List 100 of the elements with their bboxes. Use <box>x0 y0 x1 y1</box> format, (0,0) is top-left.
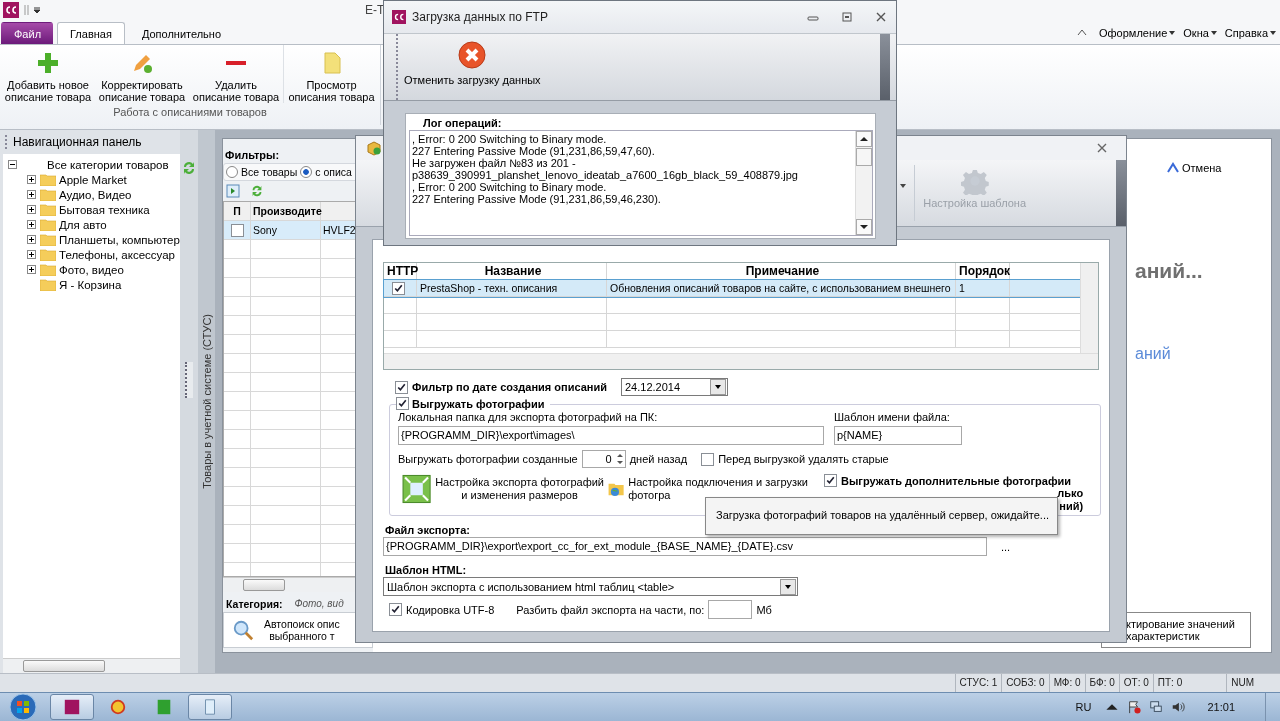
checkbox-label: Перед выгрузкой удалять старые <box>718 453 889 465</box>
filters-label: Фильтры: <box>225 149 281 161</box>
dropdown-caret-icon[interactable] <box>900 184 907 188</box>
tree-item[interactable]: Apple Market <box>59 173 127 186</box>
app-icon <box>155 698 173 716</box>
expand-icon[interactable] <box>27 220 36 229</box>
days-spinner[interactable]: 0 <box>581 450 626 468</box>
link[interactable]: аний <box>1135 345 1271 363</box>
field-label: Локальная папка для экспорта фотографий на ПК: <box>398 411 659 423</box>
expand-icon[interactable] <box>27 265 36 274</box>
tree-item[interactable]: Телефоны, аксессуар <box>59 248 175 261</box>
expand-icon[interactable] <box>27 235 36 244</box>
tree-item[interactable]: Все категории товаров <box>47 158 169 171</box>
export-file-field[interactable]: {PROGRAMM_DIR}\export\export_cc_for_ext_module_{BASE_NAME}_{DATE}.csv <box>383 537 987 556</box>
folder-icon <box>40 173 56 186</box>
folder-field[interactable]: {PROGRAMM_DIR}\export\images\ <box>398 426 824 445</box>
folder-icon <box>40 248 56 261</box>
expand-icon[interactable] <box>27 250 36 259</box>
template-dropdown[interactable]: Шаблон экспорта с использованием html таблиц <table> <box>383 577 798 596</box>
radio-option[interactable]: Все товары <box>226 166 298 178</box>
tree-item[interactable]: Аудио, Видео <box>59 188 132 201</box>
checkbox[interactable] <box>395 380 408 394</box>
checkbox-label: ний) <box>1059 500 1084 513</box>
window-title: Загрузка данных по FTP <box>412 10 548 24</box>
panel-title: Навигационная панель <box>13 135 142 149</box>
horizontal-scrollbar[interactable] <box>3 658 180 673</box>
filename-template-field[interactable]: p{NAME} <box>834 426 962 445</box>
folder-icon <box>40 218 56 231</box>
quick-access-icon[interactable] <box>23 3 43 17</box>
field-label: Разбить файл экспорта на части, по: <box>516 603 705 616</box>
collapse-ribbon-icon[interactable] <box>1077 28 1087 36</box>
part-size-field[interactable] <box>708 600 753 619</box>
caret-icon <box>1210 31 1217 35</box>
checkbox[interactable] <box>230 223 244 237</box>
taskbar-app[interactable] <box>50 694 94 720</box>
folder-icon <box>40 233 56 246</box>
date-picker[interactable]: 24.12.2014 <box>621 378 728 396</box>
tree-item[interactable]: Планшеты, компьютер <box>59 233 180 246</box>
checkbox[interactable] <box>392 281 405 295</box>
vertical-scrollbar[interactable] <box>1080 263 1098 353</box>
maximize-icon[interactable] <box>840 12 854 22</box>
radio-option[interactable]: с описа <box>300 166 352 178</box>
close-icon[interactable] <box>874 12 888 22</box>
expand-icon[interactable] <box>27 175 36 184</box>
taskbar-app[interactable] <box>188 694 232 720</box>
package-icon <box>366 140 382 156</box>
checkbox-label: лько <box>1057 487 1084 500</box>
folder-icon <box>40 263 56 276</box>
chevron-icon <box>1167 162 1179 174</box>
settings-button[interactable]: Настройка экспорта фотографий и изменения размеров <box>398 474 604 504</box>
ribbon-button[interactable]: Удалить описание товара <box>189 45 283 103</box>
gear-icon <box>960 167 989 195</box>
start-button[interactable] <box>8 692 38 721</box>
ribbon-tab[interactable]: Дополнительно <box>128 22 235 44</box>
close-icon[interactable] <box>1096 143 1108 153</box>
menu-button[interactable]: Окна <box>1179 22 1221 44</box>
tree-item[interactable]: Для авто <box>59 218 107 231</box>
tree-item[interactable]: Бытовая техника <box>59 203 150 216</box>
ribbon-tab[interactable]: Файл <box>1 22 53 44</box>
ribbon-button[interactable]: Корректировать описание товара <box>95 45 189 103</box>
log-area[interactable]: , Error: 0 200 Switching to Binary mode. 227 Entering Passive Mode (91,231,86,59,47,60). Не загружен файл №83 из 201 - p38639_390991_planshet_lenovo_ideatab_a7600_16gb_black_59_408879.jpg , Error: 0 200 Switching to Binary mode. 227 Entering Passive Mode (91,231,86,59,46,230). <box>409 130 873 236</box>
cancel-button[interactable]: Отмена <box>1161 161 1228 175</box>
column-header[interactable]: П <box>224 202 251 220</box>
checkbox[interactable] <box>389 603 402 616</box>
checkbox[interactable] <box>824 474 837 487</box>
flag-icon[interactable] <box>1127 700 1142 714</box>
unit-label: Мб <box>756 603 772 616</box>
tree-item[interactable]: Я - Корзина <box>59 278 122 291</box>
checkbox-label: Кодировка UTF-8 <box>406 603 495 616</box>
splitter-handle[interactable] <box>185 362 193 398</box>
ribbon-button[interactable]: Добавить новое описание товара <box>1 45 95 103</box>
speaker-icon[interactable] <box>1171 700 1186 714</box>
app-logo-icon <box>392 10 406 24</box>
table-cell-text: HVLF2 <box>322 223 357 238</box>
checkbox[interactable] <box>701 452 715 466</box>
checkbox-label: Фильтр по дате создания описаний <box>412 381 607 393</box>
scroll-up-icon[interactable] <box>856 131 872 147</box>
horizontal-scrollbar[interactable] <box>384 353 1098 369</box>
menu-button[interactable]: Оформление <box>1095 22 1180 44</box>
table-cell: Sony <box>251 221 321 239</box>
collapse-icon[interactable] <box>8 160 17 169</box>
ribbon-tab[interactable]: Главная <box>57 22 125 44</box>
scroll-thumb[interactable] <box>856 148 872 166</box>
tree-item[interactable]: Фото, видео <box>59 263 124 276</box>
category-value: Фото, вид <box>294 598 344 610</box>
expand-icon[interactable] <box>27 190 36 199</box>
folder-icon <box>40 203 56 216</box>
export-icon[interactable] <box>226 184 240 198</box>
table-cell: Обновления описаний товаров на сайте, с использованием внешнего <box>607 280 956 296</box>
ribbon-button[interactable]: Просмотр описания товара <box>283 45 379 103</box>
field-label: Шаблон HTML: <box>385 564 468 576</box>
browse-button[interactable]: ... <box>995 539 1017 554</box>
scroll-down-icon[interactable] <box>856 219 872 235</box>
network-icon[interactable] <box>1149 700 1164 714</box>
app-icon <box>109 698 127 716</box>
column-header[interactable]: Производите <box>251 202 321 220</box>
checkbox[interactable] <box>396 397 409 410</box>
menu-button[interactable]: Справка <box>1220 22 1280 44</box>
expand-icon[interactable] <box>27 205 36 214</box>
language-indicator[interactable]: RU <box>1075 701 1092 713</box>
